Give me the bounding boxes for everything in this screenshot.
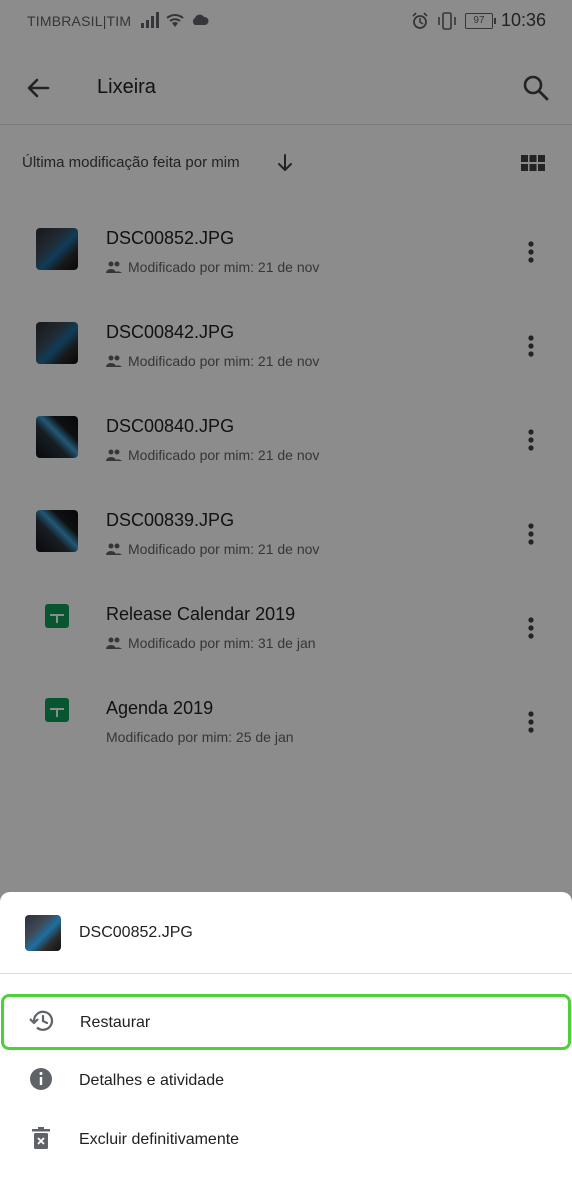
bottom-sheet: DSC00852.JPG Restaurar Detalhes e ativid… [0,892,572,1187]
delete-forever-action[interactable]: Excluir definitivamente [0,1111,572,1167]
details-label: Detalhes e atividade [79,1072,224,1089]
info-icon [30,1068,52,1090]
delete-forever-icon [32,1127,50,1149]
details-action[interactable]: Detalhes e atividade [0,1052,572,1108]
bottom-sheet-title: DSC00852.JPG [79,924,193,941]
restore-action[interactable]: Restaurar [1,994,571,1050]
photo-thumbnail [25,915,61,951]
restore-label: Restaurar [80,1014,151,1031]
restore-icon [29,1010,54,1031]
drive-trash-screen: TIMBRASIL|TIM 97 10:36 Lixeira Última mo… [0,0,572,1187]
delete-forever-label: Excluir definitivamente [79,1131,240,1148]
bottom-sheet-header: DSC00852.JPG [0,892,572,974]
